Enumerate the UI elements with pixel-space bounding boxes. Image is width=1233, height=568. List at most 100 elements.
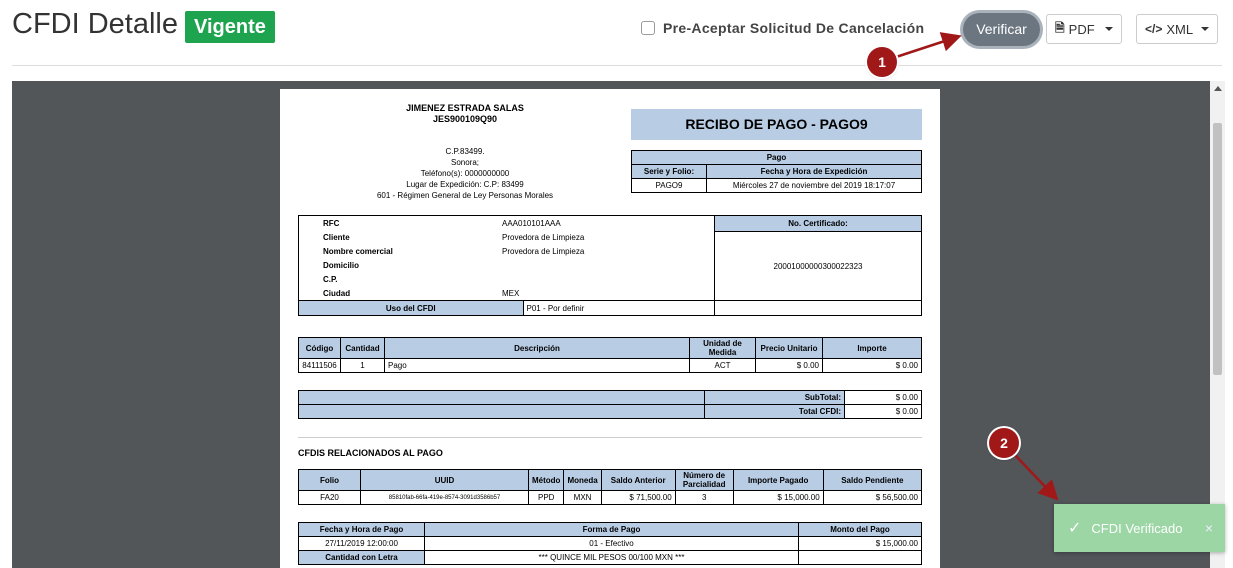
- pago-header: Monto del Pago: [798, 522, 922, 537]
- xml-dropdown-button[interactable]: </> XML: [1136, 14, 1218, 44]
- cp-label: C.P.: [323, 274, 338, 284]
- xml-label: XML: [1166, 21, 1194, 37]
- uso-label: Uso del CFDI: [299, 301, 524, 315]
- ciudad-value: MEX: [502, 288, 520, 298]
- table-row: FA20 85810fab-66fa-419e-8574-3091d3586b5…: [298, 490, 923, 505]
- scroll-up-icon[interactable]: [1214, 86, 1222, 91]
- verify-button[interactable]: Verificar: [963, 13, 1040, 46]
- section-divider: [298, 437, 922, 438]
- check-icon: ✓: [1068, 520, 1082, 537]
- status-badge: Vigente: [185, 11, 275, 43]
- uso-row: Uso del CFDI P01 - Por definir: [298, 300, 715, 316]
- subtotal-label: SubTotal:: [704, 390, 845, 405]
- nombre-value: Provedora de Limpieza: [502, 246, 585, 256]
- fecha-exp-label: Fecha y Hora de Expedición: [706, 164, 922, 179]
- caret-down-icon: [1105, 27, 1113, 31]
- rel-folio: FA20: [298, 490, 361, 505]
- pdf-label: PDF: [1068, 21, 1095, 37]
- addr-line: 601 - Régimen General de Ley Personas Mo…: [376, 191, 554, 200]
- subtotal-value: $ 0.00: [844, 390, 922, 405]
- rel-header: Saldo Pendiente: [822, 469, 923, 491]
- pdf-dropdown-button[interactable]: 🗎 PDF: [1046, 14, 1122, 44]
- header: CFDI Detalle Vigente Pre-Aceptar Solicit…: [0, 0, 1233, 66]
- item-descripcion: Pago: [384, 358, 690, 373]
- page-title: CFDI Detalle: [12, 8, 178, 40]
- header-divider: [12, 65, 1222, 66]
- caret-down-icon: [1201, 27, 1209, 31]
- issuer-rfc: JES900109Q90: [432, 114, 498, 124]
- pago-forma: 01 - Efectivo: [424, 536, 799, 551]
- table-row: Cantidad con Letra *** QUINCE MIL PESOS …: [298, 550, 922, 565]
- items-table: Código Cantidad Descripción Unidad de Me…: [298, 337, 922, 373]
- nombre-label: Nombre comercial: [323, 246, 393, 256]
- rel-metodo: PPD: [527, 490, 565, 505]
- step-marker-2: 2: [989, 428, 1019, 458]
- pago-monto: $ 15,000.00: [798, 536, 922, 551]
- cantidad-letra-label: Cantidad con Letra: [298, 550, 425, 565]
- client-info: RFC AAA010101AAA Cliente Provedora de Limp…: [298, 215, 715, 301]
- item-cantidad: 1: [340, 358, 385, 373]
- ciudad-label: Ciudad: [323, 288, 351, 298]
- preaccept-checkbox[interactable]: [641, 21, 655, 35]
- rfc-value: AAA010101AAA: [502, 218, 561, 228]
- related-section-title: CFDIS RELACIONADOS AL PAGO: [298, 448, 443, 458]
- scroll-thumb[interactable]: [1213, 123, 1222, 375]
- fecha-exp-value: Miércoles 27 de noviembre del 2019 18:17…: [706, 178, 922, 193]
- cert-label: No. Certificado:: [715, 216, 921, 232]
- items-header: Importe: [822, 337, 922, 359]
- rel-header: Importe Pagado: [732, 469, 824, 491]
- total-value: $ 0.00: [844, 404, 922, 419]
- preaccept-label[interactable]: Pre-Aceptar Solicitud De Cancelación: [663, 20, 924, 36]
- pago-header: Forma de Pago: [424, 522, 799, 537]
- items-header: Código: [298, 337, 341, 359]
- pago-header: Fecha y Hora de Pago: [298, 522, 425, 537]
- totals-table: SubTotal: $ 0.00 Total CFDI: $ 0.00: [298, 390, 922, 419]
- viewer-scrollbar[interactable]: [1210, 81, 1225, 568]
- rfc-label: RFC: [323, 218, 340, 228]
- close-icon[interactable]: ×: [1205, 520, 1213, 536]
- rel-moneda: MXN: [563, 490, 602, 505]
- file-pdf-icon: 🗎: [1055, 20, 1065, 35]
- items-header: Unidad de Medida: [689, 337, 756, 359]
- related-table: Folio UUID Método Moneda Saldo Anterior …: [298, 469, 923, 505]
- cert-value: 20001000000300022323: [773, 262, 863, 271]
- step-marker-1: 1: [867, 47, 897, 77]
- rel-saldo-anterior: $ 71,500.00: [600, 490, 676, 505]
- certificate-cell: No. Certificado: 20001000000300022323: [714, 215, 922, 301]
- cliente-value: Provedora de Limpieza: [502, 232, 585, 242]
- pago-fecha: 27/11/2019 12:00:00: [298, 536, 425, 551]
- item-importe: $ 0.00: [822, 358, 922, 373]
- cantidad-letra-value: *** QUINCE MIL PESOS 00/100 MXN ***: [424, 550, 799, 565]
- addr-line: Lugar de Expedición: C.P: 83499: [406, 180, 524, 189]
- serie-label: Serie y Folio:: [631, 164, 707, 179]
- pago-table: Pago Serie y Folio: Fecha y Hora de Exped…: [631, 150, 922, 193]
- document-title: RECIBO DE PAGO - PAGO9: [631, 109, 922, 140]
- item-precio: $ 0.00: [755, 358, 823, 373]
- preaccept-checkbox-row[interactable]: Pre-Aceptar Solicitud De Cancelación: [641, 20, 924, 36]
- toast-message: CFDI Verificado: [1091, 520, 1183, 536]
- rel-header: Moneda: [563, 469, 602, 491]
- table-row: 27/11/2019 12:00:00 01 - Efectivo $ 15,0…: [298, 536, 922, 551]
- client-table: RFC AAA010101AAA Cliente Provedora de Limp…: [298, 215, 922, 316]
- code-icon: </>: [1145, 22, 1163, 36]
- items-header: Descripción: [384, 337, 690, 359]
- addr-line: Teléfono(s): 0000000000: [420, 169, 510, 178]
- rel-uuid: 85810fab-66fa-419e-8574-3091d3586b57: [360, 490, 529, 505]
- item-unidad: ACT: [689, 358, 756, 373]
- pago-header: Pago: [631, 150, 922, 165]
- issuer-address: C.P.83499. Sonora; Teléfono(s): 00000000…: [340, 146, 590, 201]
- addr-line: C.P.83499.: [445, 147, 485, 156]
- rel-header: Saldo Anterior: [600, 469, 676, 491]
- issuer-name: JIMENEZ ESTRADA SALAS: [406, 103, 524, 113]
- items-header: Precio Unitario: [755, 337, 823, 359]
- rel-saldo-pendiente: $ 56,500.00: [822, 490, 923, 505]
- serie-value: PAGO9: [631, 178, 707, 193]
- uso-value: P01 - Por definir: [526, 303, 585, 313]
- domicilio-label: Domicilio: [323, 260, 360, 270]
- payment-table: Fecha y Hora de Pago Forma de Pago Monto…: [298, 522, 922, 565]
- pdf-viewer[interactable]: JIMENEZ ESTRADA SALAS JES900109Q90 C.P.8…: [12, 81, 1210, 568]
- cliente-label: Cliente: [323, 232, 350, 242]
- rel-header: Folio: [298, 469, 361, 491]
- rel-header: Método: [527, 469, 565, 491]
- total-label: Total CFDI:: [704, 404, 845, 419]
